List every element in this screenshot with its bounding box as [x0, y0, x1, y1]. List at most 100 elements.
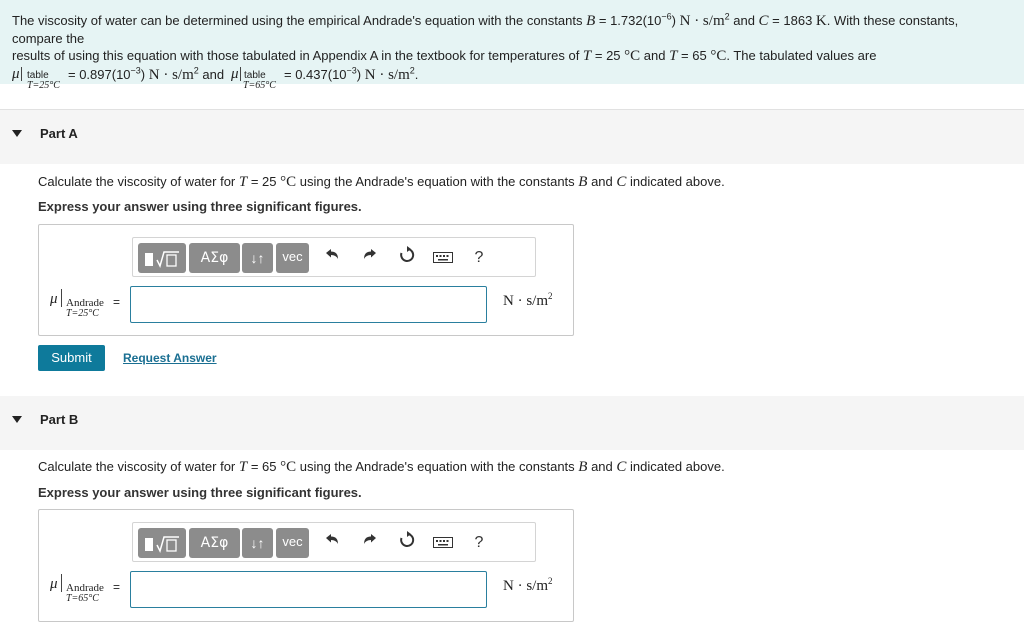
submit-button[interactable]: Submit: [38, 345, 105, 371]
part-b-answer-input[interactable]: [130, 571, 487, 608]
T-symbol: T: [238, 459, 248, 475]
sort-arrows-button[interactable]: ↓↑: [242, 528, 273, 558]
B-close: ): [671, 13, 680, 28]
question-text: indicated above.: [626, 174, 725, 189]
equals-sign: =: [113, 295, 121, 309]
mu-symbol: μ: [50, 576, 58, 592]
part-a-question: Calculate the viscosity of water for T =…: [38, 174, 725, 191]
equals-sign: =: [113, 580, 121, 594]
C-value: = 1863: [768, 13, 816, 28]
part-b-label: Part B: [40, 412, 79, 427]
C-symbol: C: [616, 174, 627, 190]
caret-down-icon[interactable]: [12, 130, 22, 137]
request-answer-link[interactable]: Request Answer: [123, 351, 217, 365]
part-a-header[interactable]: Part A: [0, 110, 1024, 164]
help-button[interactable]: ?: [467, 246, 491, 270]
templates-button[interactable]: [138, 528, 186, 558]
greek-button[interactable]: ΑΣφ: [189, 528, 240, 558]
and-text: and: [729, 13, 759, 28]
redo-icon[interactable]: [358, 246, 382, 270]
intro-line-3: μ table T=25°C = 0.897(10−3) N · s/m2 an…: [12, 66, 1012, 91]
part-a-answer-box: ΑΣφ ↓↑ vec ? μ Andrade T=25°C = N · s/m2: [38, 224, 574, 336]
part-a-instruction: Express your answer using three signific…: [38, 199, 362, 214]
question-text: Calculate the viscosity of water for: [38, 174, 239, 189]
part-a-equation-row: μ Andrade T=25°C = N · s/m2: [48, 286, 568, 325]
sort-arrows-button[interactable]: ↓↑: [242, 243, 273, 273]
part-b-question: Calculate the viscosity of water for T =…: [38, 459, 725, 476]
and-text: and: [587, 459, 617, 474]
sub-T25: T=25°C: [27, 80, 60, 91]
undo-icon[interactable]: [320, 246, 344, 270]
table-value-2: = 0.437(10−3) N · s/m2.: [284, 66, 418, 84]
math-toolbar: ΑΣφ ↓↑ vec ?: [132, 522, 536, 562]
part-b-equation-row: μ Andrade T=65°C = N · s/m2: [48, 571, 568, 610]
vec-button[interactable]: vec: [276, 528, 309, 558]
period: .: [414, 67, 419, 82]
vec-button[interactable]: vec: [276, 243, 309, 273]
mu-symbol: μ: [50, 291, 58, 307]
templates-button[interactable]: [138, 243, 186, 273]
part-a-answer-input[interactable]: [130, 286, 487, 323]
eval-bar: [240, 67, 241, 81]
intro-text: The viscosity of water can be determined…: [12, 13, 587, 28]
part-b-instruction: Express your answer using three signific…: [38, 485, 362, 500]
keyboard-icon[interactable]: [430, 246, 456, 270]
help-button[interactable]: ?: [467, 531, 491, 555]
C-unit: K: [815, 13, 827, 29]
intro-line-2: results of using this equation with thos…: [12, 47, 1012, 65]
C-symbol: C: [758, 13, 769, 29]
eval-bar: [61, 574, 62, 592]
B-unit: N · s/m: [679, 13, 725, 29]
greek-button[interactable]: ΑΣφ: [189, 243, 240, 273]
unit-exp: 2: [548, 291, 553, 301]
intro-text: . The tabulated values are: [726, 48, 877, 63]
sub-temperature: T=65°C: [66, 593, 99, 604]
answer-unit: N · s/m2: [503, 291, 553, 310]
and-text: and: [640, 48, 670, 63]
eval-bar: [21, 67, 22, 81]
redo-icon[interactable]: [358, 531, 382, 555]
part-b-answer-box: ΑΣφ ↓↑ vec ? μ Andrade T=65°C = N · s/m2: [38, 509, 574, 622]
and-text: and: [198, 67, 225, 82]
part-a-label: Part A: [40, 126, 78, 141]
table-value-1: = 0.897(10−3) N · s/m2 and: [68, 66, 224, 84]
question-text: using the Andrade's equation with the co…: [296, 459, 579, 474]
deg-unit: °C: [280, 459, 297, 475]
deg-unit: °C: [280, 174, 297, 190]
T1-value: = 25: [591, 48, 625, 63]
exponent: −3: [346, 65, 357, 76]
B-symbol: B: [586, 13, 596, 29]
problem-statement: The viscosity of water can be determined…: [0, 0, 1024, 91]
keyboard-icon[interactable]: [430, 531, 456, 555]
caret-down-icon[interactable]: [12, 416, 22, 423]
mu-symbol: μ: [231, 66, 239, 82]
question-text: Calculate the viscosity of water for: [38, 459, 239, 474]
mu-symbol: μ: [12, 66, 20, 82]
sub-temperature: T=25°C: [66, 308, 99, 319]
value-text: = 0.897(10: [68, 67, 131, 82]
answer-unit: N · s/m2: [503, 577, 553, 595]
sub-T65: T=65°C: [243, 80, 276, 91]
unit-text: N · s/m: [503, 578, 548, 594]
reset-icon[interactable]: [395, 531, 419, 555]
T2-value: = 65: [677, 48, 711, 63]
intro-line-1: The viscosity of water can be determined…: [12, 12, 1012, 47]
close-paren: ): [140, 67, 149, 82]
T-value: = 65: [247, 459, 281, 474]
part-b-header[interactable]: Part B: [0, 396, 1024, 450]
question-text: using the Andrade's equation with the co…: [296, 174, 579, 189]
B-value: = 1.732(10: [595, 13, 662, 28]
math-toolbar: ΑΣφ ↓↑ vec ?: [132, 237, 536, 277]
reset-icon[interactable]: [395, 246, 419, 270]
templates-icon: [145, 536, 179, 554]
T-symbol: T: [238, 174, 248, 190]
exponent: −3: [130, 65, 141, 76]
close-paren: ): [356, 67, 365, 82]
eval-bar: [61, 289, 62, 307]
T-value: = 25: [247, 174, 281, 189]
and-text: and: [587, 174, 617, 189]
intro-text: results of using this equation with thos…: [12, 48, 583, 63]
unit: N · s/m: [364, 67, 410, 83]
question-text: indicated above.: [626, 459, 725, 474]
undo-icon[interactable]: [320, 531, 344, 555]
